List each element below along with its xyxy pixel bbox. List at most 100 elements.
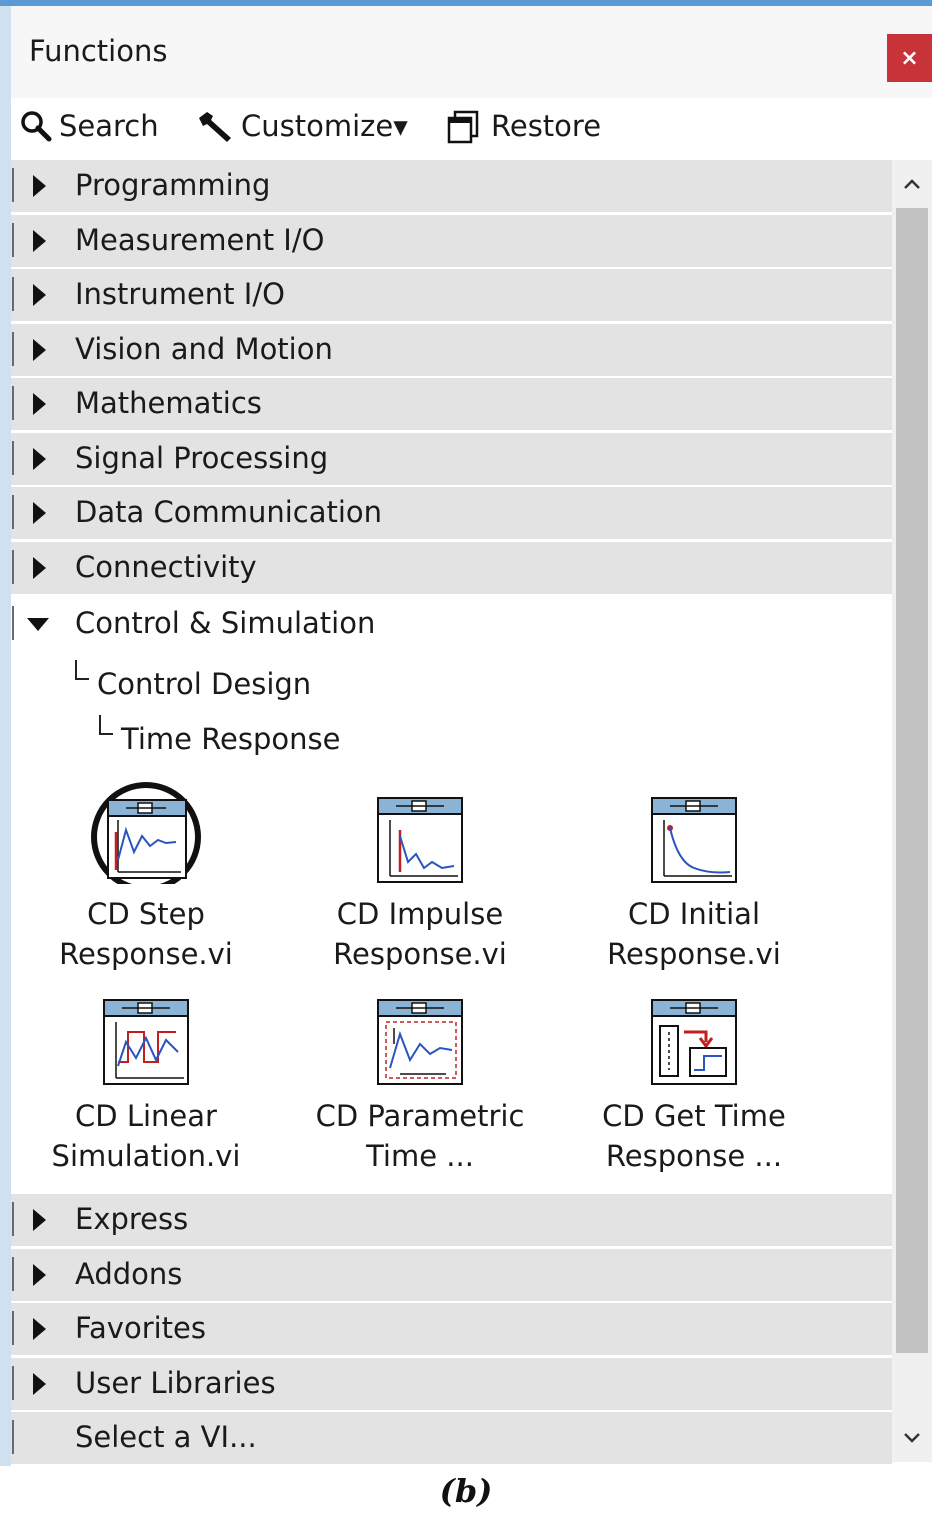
expand-arrow-icon	[33, 1372, 46, 1395]
get-time-response-icon	[651, 999, 737, 1085]
close-button[interactable]: ×	[887, 34, 932, 82]
subpalette-label: Control Design	[97, 667, 312, 701]
category-row[interactable]: Signal Processing	[11, 432, 892, 487]
category-label: Addons	[75, 1256, 183, 1291]
search-icon	[21, 111, 52, 142]
expand-arrow-icon	[33, 556, 46, 579]
functions-palette: Functions × Search Customize▾ Restore Pr…	[0, 0, 932, 1517]
category-label: Instrument I/O	[75, 277, 285, 311]
expand-arrow-icon	[33, 447, 46, 470]
category-label: Control & Simulation	[75, 606, 376, 640]
tree-line	[12, 331, 14, 366]
customize-menu[interactable]: Customize▾	[195, 106, 408, 146]
scroll-down-button[interactable]	[892, 1418, 932, 1458]
impulse-response-icon	[377, 797, 463, 883]
parametric-time-icon	[377, 999, 463, 1085]
palette-title: Functions	[29, 34, 168, 68]
expand-arrow-icon	[33, 229, 46, 252]
tree-line	[12, 168, 14, 202]
tree-elbow-icon	[75, 660, 89, 680]
vi-label: CD Parametric Time ...	[315, 1099, 525, 1173]
category-row[interactable]: Connectivity	[11, 541, 892, 596]
category-label: Data Communication	[75, 495, 383, 529]
linear-simulation-icon	[103, 999, 189, 1085]
collapse-arrow-icon	[27, 618, 49, 631]
category-row[interactable]: Addons	[11, 1248, 892, 1303]
vi-cd-linear-simulation[interactable]: CD Linear Simulation.vi	[11, 982, 281, 1176]
search-button[interactable]: Search	[19, 106, 159, 146]
select-vi-label: Select a VI...	[75, 1420, 257, 1454]
title-bar: Functions	[11, 6, 932, 98]
restore-icon	[447, 110, 479, 144]
expand-arrow-icon	[33, 338, 46, 361]
initial-response-icon	[651, 797, 737, 883]
vi-cd-parametric-time[interactable]: CD Parametric Time ...	[285, 982, 555, 1176]
expand-arrow-icon	[33, 393, 46, 415]
category-label: Favorites	[75, 1311, 206, 1345]
category-label: Measurement I/O	[75, 222, 325, 257]
expand-arrow-icon	[33, 1209, 46, 1231]
tree-line	[12, 222, 14, 257]
tree-line	[12, 606, 14, 640]
category-row[interactable]: Favorites	[11, 1303, 892, 1357]
tree-line	[12, 1256, 14, 1291]
breadcrumb-time-response[interactable]: Time Response	[99, 715, 340, 756]
chevron-up-icon	[904, 179, 920, 189]
category-row[interactable]: Data Communication	[11, 487, 892, 541]
chevron-down-icon	[904, 1433, 920, 1443]
wrench-icon	[199, 112, 231, 142]
vi-label: CD Linear Simulation.vi	[51, 1099, 241, 1173]
tree-line	[12, 386, 14, 420]
category-label: Programming	[75, 168, 271, 202]
vi-label: CD Initial Response.vi	[607, 897, 781, 971]
tree-elbow-icon	[99, 715, 113, 735]
category-label: Vision and Motion	[75, 331, 333, 366]
restore-label: Restore	[491, 109, 602, 143]
vi-cd-initial-response[interactable]: CD Initial Response.vi	[559, 780, 829, 974]
palette-toolbar: Search Customize▾ Restore	[11, 98, 932, 158]
category-row[interactable]: Programming	[11, 160, 892, 214]
window-left-border	[0, 6, 11, 1466]
vi-cd-step-response[interactable]: CD Step Response.vi	[11, 780, 281, 974]
tree-line	[12, 1311, 14, 1345]
tree-line	[12, 1202, 14, 1236]
vi-cd-impulse-response[interactable]: CD Impulse Response.vi	[285, 780, 555, 974]
expand-arrow-icon	[33, 1318, 46, 1340]
vertical-scrollbar[interactable]	[892, 160, 932, 1462]
step-response-icon	[91, 782, 201, 884]
category-label: User Libraries	[75, 1365, 276, 1400]
palette-tree: Programming Measurement I/O Instrument I/O…	[11, 160, 892, 1466]
category-label: Signal Processing	[75, 440, 329, 475]
category-label: Express	[75, 1202, 189, 1236]
scroll-thumb[interactable]	[896, 208, 928, 1353]
customize-label: Customize▾	[241, 109, 408, 143]
category-row[interactable]: Vision and Motion	[11, 323, 892, 378]
category-row[interactable]: User Libraries	[11, 1357, 892, 1412]
select-a-vi-item[interactable]: Select a VI...	[11, 1412, 892, 1466]
tree-line	[12, 495, 14, 529]
vi-label: CD Impulse Response.vi	[333, 897, 507, 971]
tree-line	[12, 277, 14, 311]
expand-arrow-icon	[33, 284, 46, 306]
tree-line	[12, 1420, 14, 1454]
vi-label: CD Get Time Response ...	[602, 1099, 786, 1173]
search-label: Search	[59, 109, 159, 143]
figure-caption: (b)	[439, 1472, 493, 1510]
category-label: Connectivity	[75, 549, 257, 584]
scroll-up-button[interactable]	[892, 164, 932, 204]
category-row[interactable]: Measurement I/O	[11, 214, 892, 269]
tree-line	[12, 549, 14, 584]
vi-label: CD Step Response.vi	[59, 897, 233, 971]
expand-arrow-icon	[33, 1263, 46, 1286]
tree-line	[12, 1365, 14, 1400]
breadcrumb-control-design[interactable]: Control Design	[75, 660, 311, 701]
restore-button[interactable]: Restore	[445, 106, 601, 146]
category-row[interactable]: Instrument I/O	[11, 269, 892, 323]
category-row[interactable]: Mathematics	[11, 378, 892, 432]
expand-arrow-icon	[33, 175, 46, 197]
vi-cd-get-time-response[interactable]: CD Get Time Response ...	[559, 982, 829, 1176]
tree-line	[12, 440, 14, 475]
category-row[interactable]: Express	[11, 1194, 892, 1248]
category-control-simulation[interactable]: Control & Simulation	[11, 598, 892, 652]
category-label: Mathematics	[75, 386, 262, 420]
